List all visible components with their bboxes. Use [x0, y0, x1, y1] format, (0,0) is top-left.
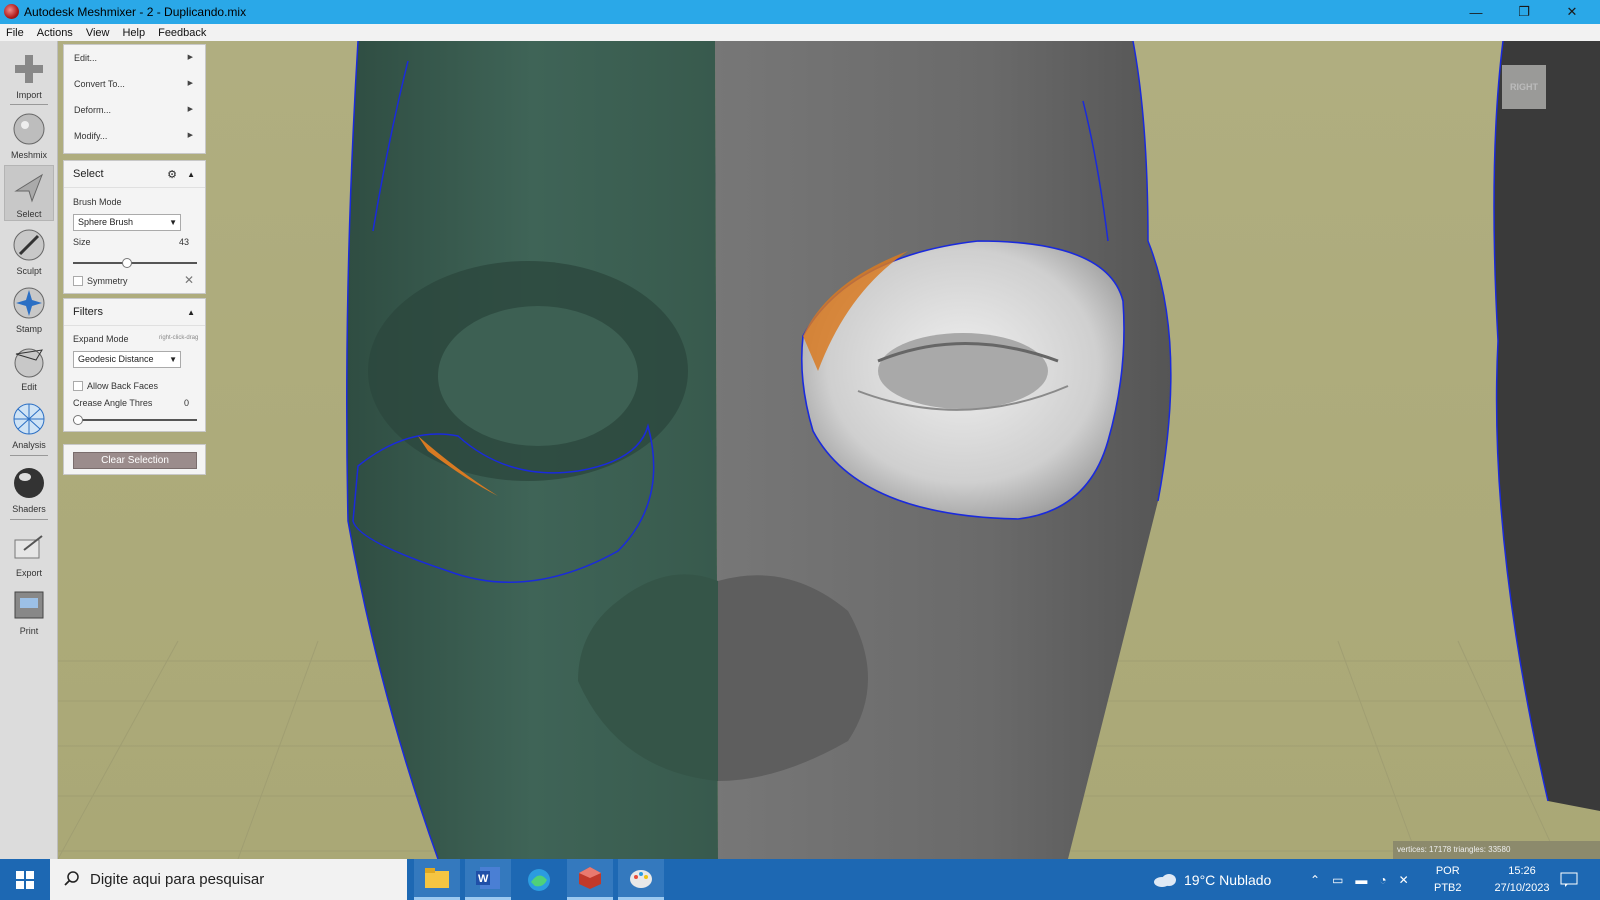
windows-taskbar: Digite aqui para pesquisar W 19°C Nublad… — [0, 859, 1600, 900]
brush-mode-dropdown[interactable]: Sphere Brush ▼ — [73, 214, 181, 231]
close-button[interactable]: ✕ — [1548, 0, 1596, 24]
meshmixer-taskbar-icon[interactable] — [567, 859, 613, 900]
tool-export[interactable]: Export — [4, 525, 54, 581]
meshmixer-app-icon — [4, 4, 19, 19]
menu-view[interactable]: View — [86, 27, 110, 39]
view-cube[interactable]: RIGHT — [1502, 65, 1546, 109]
crease-angle-slider-knob[interactable] — [73, 415, 83, 425]
export-icon — [11, 529, 47, 565]
chevron-down-icon: ▼ — [169, 218, 177, 227]
chevron-up-icon[interactable]: ⌃ — [1310, 873, 1320, 887]
paint-app-icon[interactable] — [618, 859, 664, 900]
tool-meshmix[interactable]: Meshmix — [4, 107, 54, 163]
symmetry-checkbox[interactable] — [73, 276, 83, 286]
3d-viewport[interactable]: RIGHT — [58, 41, 1600, 859]
menu-feedback[interactable]: Feedback — [158, 27, 206, 39]
crease-angle-slider[interactable] — [73, 415, 197, 425]
filters-panel: Filters ▲ Expand Mode right-click-drag G… — [63, 298, 206, 432]
battery-icon[interactable]: ▬ — [1355, 873, 1367, 887]
clock[interactable]: 15:26 27/10/2023 — [1487, 859, 1557, 900]
menu-bar: File Actions View Help Feedback — [0, 24, 1600, 41]
taskbar-search-box[interactable]: Digite aqui para pesquisar — [50, 859, 407, 900]
select-arrow-icon — [11, 170, 47, 206]
tool-sidebar: Import Meshmix Select Sculpt Stamp Edit — [0, 41, 58, 859]
size-slider[interactable] — [73, 258, 197, 268]
menu-actions[interactable]: Actions — [37, 27, 73, 39]
title-bar: Autodesk Meshmixer - 2 - Duplicando.mix … — [0, 0, 1600, 24]
filters-panel-header[interactable]: Filters ▲ — [64, 299, 205, 326]
word-icon[interactable]: W — [465, 859, 511, 900]
symmetry-tool-icon[interactable]: ✕ — [184, 273, 194, 287]
notification-icon[interactable] — [1560, 859, 1578, 900]
chevron-right-icon: ▶ — [187, 132, 193, 139]
menu-item-deform[interactable]: Deform... ▶ — [64, 97, 205, 123]
svg-text:W: W — [478, 873, 489, 885]
allow-back-faces-label: Allow Back Faces — [87, 381, 159, 391]
menu-help[interactable]: Help — [122, 27, 145, 39]
size-slider-knob[interactable] — [122, 258, 133, 268]
crease-angle-label: Crease Angle Thres — [73, 398, 153, 408]
device-icon[interactable]: ▭ — [1332, 873, 1343, 887]
expand-mode-hint: right-click-drag — [159, 335, 199, 341]
select-panel-header[interactable]: Select ⚙ ▲ — [64, 161, 205, 188]
wifi-icon[interactable]: ◔ — [1379, 873, 1386, 887]
maximize-button[interactable]: ❐ — [1500, 0, 1548, 24]
second-mesh — [1494, 41, 1600, 811]
windows-logo-icon — [16, 870, 34, 889]
chevron-right-icon: ▶ — [187, 106, 193, 113]
edit-submenu-panel: Edit... ▶ Convert To... ▶ Deform... ▶ Modif… — [63, 44, 206, 154]
tool-edit[interactable]: Edit — [4, 339, 54, 395]
menu-item-edit[interactable]: Edit... ▶ — [64, 45, 205, 71]
printer-icon — [11, 587, 47, 623]
gear-icon[interactable]: ⚙ — [167, 168, 177, 181]
search-icon — [64, 871, 79, 886]
tool-shaders[interactable]: Shaders — [4, 461, 54, 517]
window-title: Autodesk Meshmixer - 2 - Duplicando.mix — [24, 5, 247, 19]
chevron-down-icon: ▼ — [169, 355, 177, 364]
clear-selection-button[interactable]: Clear Selection — [73, 452, 197, 469]
tool-stamp[interactable]: Stamp — [4, 281, 54, 337]
tool-sculpt[interactable]: Sculpt — [4, 223, 54, 279]
edge-browser-icon[interactable] — [516, 859, 562, 900]
clear-selection-panel: Clear Selection — [63, 444, 206, 475]
tool-select[interactable]: Select — [4, 165, 54, 221]
mesh-scene — [58, 41, 1600, 859]
meshmix-ball-icon — [11, 111, 47, 147]
menu-file[interactable]: File — [6, 27, 24, 39]
menu-item-convert-to[interactable]: Convert To... ▶ — [64, 71, 205, 97]
brush-icon — [11, 227, 47, 263]
size-value: 43 — [179, 237, 190, 247]
start-button[interactable] — [0, 859, 50, 900]
system-tray-icons: ⌃ ▭ ▬ ◔ ✕ — [1310, 859, 1409, 900]
size-label: Size — [73, 237, 91, 247]
language-indicator[interactable]: POR PTB2 — [1434, 859, 1462, 900]
edit-ball-icon — [11, 343, 47, 379]
tool-print[interactable]: Print — [4, 583, 54, 639]
expand-mode-label: Expand Mode — [73, 334, 129, 344]
menu-item-modify[interactable]: Modify... ▶ — [64, 123, 205, 149]
tool-analysis[interactable]: Analysis — [4, 397, 54, 453]
analysis-mesh-icon — [11, 401, 47, 437]
volume-muted-icon[interactable]: ✕ — [1399, 873, 1409, 887]
file-explorer-icon[interactable] — [414, 859, 460, 900]
minimize-button[interactable]: — — [1452, 0, 1500, 24]
brush-mode-label: Brush Mode — [73, 197, 122, 207]
chevron-right-icon: ▶ — [187, 80, 193, 87]
symmetry-label: Symmetry — [87, 276, 128, 286]
shader-sphere-icon — [11, 465, 47, 501]
collapse-caret-icon[interactable]: ▲ — [187, 170, 195, 179]
chevron-right-icon: ▶ — [187, 54, 193, 61]
weather-widget[interactable]: 19°C Nublado — [1152, 859, 1271, 900]
stamp-icon — [11, 285, 47, 321]
crease-angle-value: 0 — [184, 398, 190, 408]
tool-import[interactable]: Import — [4, 47, 54, 103]
allow-back-faces-checkbox[interactable] — [73, 381, 83, 391]
plus-icon — [11, 51, 47, 87]
select-panel: Select ⚙ ▲ Brush Mode Sphere Brush ▼ Siz… — [63, 160, 206, 294]
cloud-icon — [1154, 873, 1176, 887]
expand-mode-dropdown[interactable]: Geodesic Distance ▼ — [73, 351, 181, 368]
mesh-stats: vertices: 17178 triangles: 33580 — [1393, 841, 1600, 859]
collapse-caret-icon[interactable]: ▲ — [187, 308, 195, 317]
